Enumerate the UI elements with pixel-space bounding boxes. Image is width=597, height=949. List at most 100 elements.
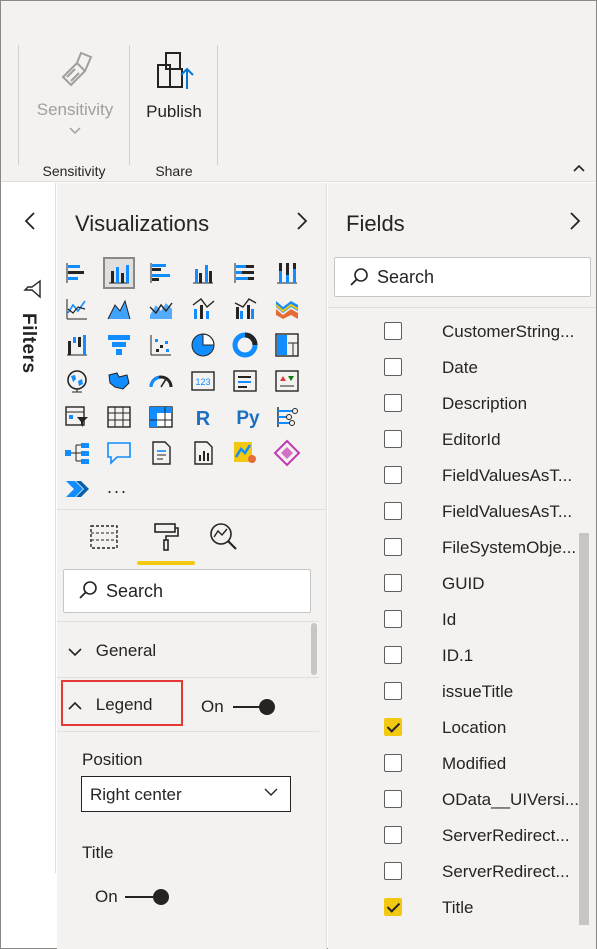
kpi-icon[interactable]: [273, 367, 301, 395]
format-search-box[interactable]: [63, 569, 311, 613]
ribbon-separator: [129, 45, 130, 165]
fields-search-box[interactable]: [334, 257, 591, 297]
card-icon[interactable]: 123: [189, 367, 217, 395]
field-item[interactable]: ServerRedirect...: [328, 818, 578, 854]
field-checkbox[interactable]: [384, 826, 402, 844]
multi-row-card-icon[interactable]: [231, 367, 259, 395]
smart-narrative-icon[interactable]: [147, 439, 175, 467]
field-item[interactable]: issueTitle: [328, 674, 578, 710]
field-checkbox[interactable]: [384, 862, 402, 880]
collapse-ribbon-icon[interactable]: [572, 161, 586, 175]
python-visual-icon[interactable]: Py: [231, 403, 265, 431]
chevron-left-icon[interactable]: [23, 211, 37, 231]
paginated-report-icon[interactable]: [189, 439, 217, 467]
fields-tab-icon[interactable]: [87, 520, 121, 554]
field-item[interactable]: FieldValuesAsT...: [328, 458, 578, 494]
table-icon[interactable]: [105, 403, 133, 431]
field-checkbox[interactable]: [384, 538, 402, 556]
qa-visual-icon[interactable]: [105, 439, 133, 467]
field-item[interactable]: FieldValuesAsT...: [328, 494, 578, 530]
sensitivity-button[interactable]: Sensitivity: [31, 47, 119, 141]
stacked-area-chart-icon[interactable]: [147, 295, 175, 323]
line-and-stacked-column-chart-icon[interactable]: [189, 295, 217, 323]
stacked-bar-chart-icon[interactable]: [63, 259, 91, 287]
field-item[interactable]: ID.1: [328, 638, 578, 674]
stacked-column-chart-icon[interactable]: [103, 257, 135, 289]
field-item[interactable]: Id: [328, 602, 578, 638]
field-checkbox[interactable]: [384, 502, 402, 520]
field-checkbox[interactable]: [384, 322, 402, 340]
sensitivity-icon: [61, 51, 93, 87]
field-checkbox[interactable]: [384, 754, 402, 772]
field-item[interactable]: Modified: [328, 746, 578, 782]
format-pane-scrollbar[interactable]: [311, 623, 317, 675]
chevron-right-icon[interactable]: [295, 211, 309, 231]
ribbon-chart-icon[interactable]: [273, 295, 301, 323]
100-stacked-column-chart-icon[interactable]: [273, 259, 301, 287]
field-item[interactable]: EditorId: [328, 422, 578, 458]
field-checkbox[interactable]: [384, 610, 402, 628]
ribbon-separator: [217, 45, 218, 165]
field-checkbox[interactable]: [384, 646, 402, 664]
arcgis-map-icon[interactable]: [231, 439, 259, 467]
filters-rail[interactable]: Filters: [1, 183, 56, 873]
publish-button[interactable]: Publish: [139, 47, 209, 122]
filled-map-icon[interactable]: [105, 367, 133, 395]
field-checkbox[interactable]: [384, 430, 402, 448]
field-checkbox[interactable]: [384, 574, 402, 592]
treemap-icon[interactable]: [273, 331, 301, 359]
field-item[interactable]: OData__UIVersi...: [328, 782, 579, 818]
donut-chart-icon[interactable]: [231, 331, 259, 359]
field-item[interactable]: Date: [328, 350, 578, 386]
field-checkbox[interactable]: [384, 466, 402, 484]
clustered-bar-chart-icon[interactable]: [147, 259, 175, 287]
field-item[interactable]: Title: [328, 890, 578, 926]
field-item[interactable]: FileSystemObje...: [328, 530, 578, 566]
power-apps-icon[interactable]: [273, 439, 301, 467]
field-checkbox[interactable]: [384, 682, 402, 700]
matrix-icon[interactable]: [147, 403, 175, 431]
chevron-right-icon[interactable]: [568, 211, 582, 231]
general-section-header[interactable]: General: [67, 641, 156, 661]
line-and-clustered-column-chart-icon[interactable]: [231, 295, 259, 323]
line-chart-icon[interactable]: [63, 295, 91, 323]
position-dropdown[interactable]: Right center: [81, 776, 291, 812]
field-item[interactable]: Location: [328, 710, 578, 746]
paint-roller-icon[interactable]: [149, 520, 183, 554]
field-item[interactable]: CustomerString...: [328, 314, 578, 350]
r-script-visual-icon[interactable]: R: [189, 403, 217, 431]
waterfall-chart-icon[interactable]: [63, 331, 91, 359]
funnel-chart-icon[interactable]: [105, 331, 133, 359]
sensitivity-label: Sensitivity: [36, 100, 114, 119]
key-influencers-icon[interactable]: [273, 403, 301, 431]
legend-toggle[interactable]: On: [201, 695, 311, 719]
100-stacked-bar-chart-icon[interactable]: [231, 259, 259, 287]
chevron-up-icon: [68, 701, 82, 710]
field-checkbox[interactable]: [384, 358, 402, 376]
decomposition-tree-icon[interactable]: [63, 439, 91, 467]
field-item[interactable]: ServerRedirect...: [328, 854, 578, 890]
area-chart-icon[interactable]: [105, 295, 133, 323]
field-checkbox[interactable]: [384, 790, 402, 808]
map-icon[interactable]: [63, 367, 91, 395]
scatter-chart-icon[interactable]: [147, 331, 175, 359]
field-checkbox[interactable]: [384, 898, 402, 916]
analytics-icon[interactable]: [207, 520, 241, 554]
gauge-icon[interactable]: [147, 367, 175, 395]
legend-section-header[interactable]: Legend: [67, 695, 152, 715]
pie-chart-icon[interactable]: [189, 331, 217, 359]
fields-scrollbar[interactable]: [579, 533, 589, 925]
slicer-icon[interactable]: [63, 403, 91, 431]
power-automate-icon[interactable]: [63, 475, 91, 503]
format-search-input[interactable]: [106, 574, 286, 608]
field-item[interactable]: GUID: [328, 566, 578, 602]
fields-search-input[interactable]: [377, 260, 557, 294]
more-visuals-button[interactable]: ...: [107, 477, 128, 498]
title-toggle[interactable]: On: [95, 885, 205, 909]
field-item[interactable]: Description: [328, 386, 578, 422]
share-group-label: Share: [155, 163, 193, 179]
field-name: Modified: [442, 754, 507, 773]
clustered-column-chart-icon[interactable]: [189, 259, 217, 287]
field-checkbox[interactable]: [384, 394, 402, 412]
field-checkbox[interactable]: [384, 718, 402, 736]
